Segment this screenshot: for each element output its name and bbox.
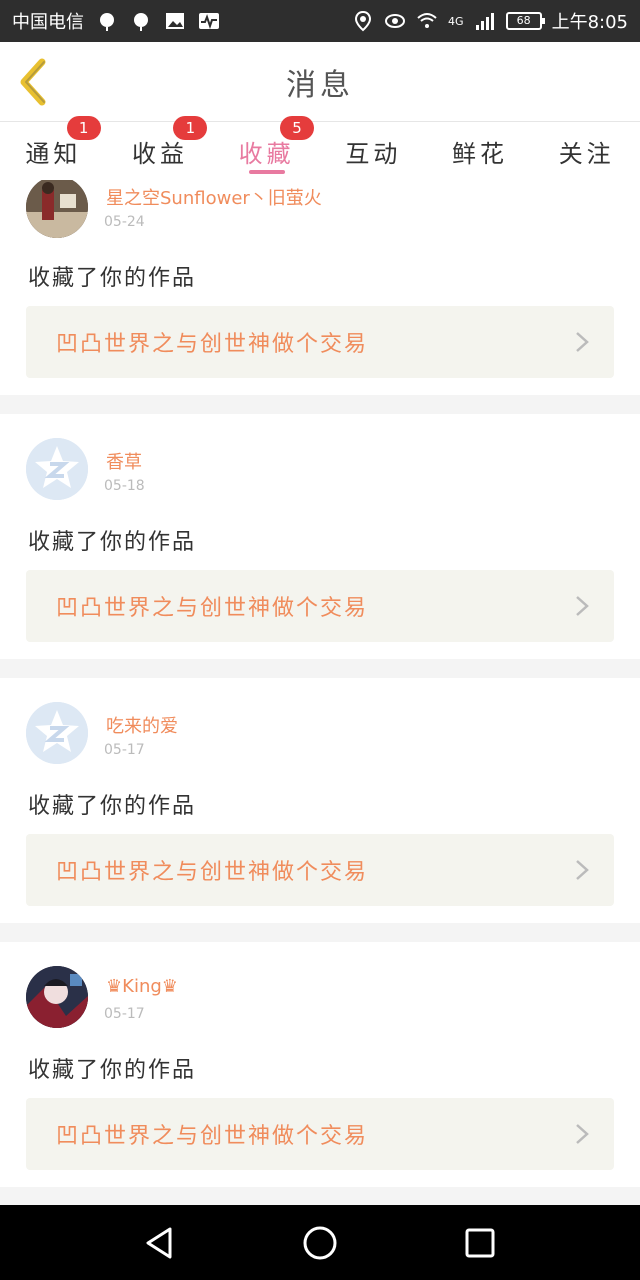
network-label: 4G bbox=[448, 14, 464, 28]
header: 消息 bbox=[0, 42, 640, 122]
tab-label: 互动 bbox=[345, 140, 402, 168]
action-text: 收藏了你的作品 bbox=[28, 794, 197, 819]
action-text: 收藏了你的作品 bbox=[28, 530, 197, 555]
tab-label: 关注 bbox=[558, 140, 615, 168]
message-list[interactable]: 星之空Sunflower丶旧萤火 05-24 收藏了你的作品 凹凸世界之与创世神… bbox=[0, 180, 640, 1205]
list-item: 吃来的爱 05-17 收藏了你的作品 凹凸世界之与创世神做个交易 bbox=[0, 678, 640, 923]
chevron-right-icon bbox=[576, 1124, 589, 1144]
avatar[interactable] bbox=[26, 702, 88, 764]
tab-label: 鲜花 bbox=[452, 140, 509, 168]
work-link[interactable]: 凹凸世界之与创世神做个交易 bbox=[26, 834, 614, 906]
work-link[interactable]: 凹凸世界之与创世神做个交易 bbox=[26, 570, 614, 642]
list-item: ♛King♛ 05-17 收藏了你的作品 凹凸世界之与创世神做个交易 bbox=[0, 942, 640, 1187]
work-title: 凹凸世界之与创世神做个交易 bbox=[56, 1124, 369, 1149]
work-link[interactable]: 凹凸世界之与创世神做个交易 bbox=[26, 1098, 614, 1170]
clock-label: 上午8:05 bbox=[551, 12, 628, 33]
battery-icon: 68 bbox=[505, 12, 545, 30]
tab-follows[interactable]: 关注 bbox=[533, 122, 640, 180]
location-icon bbox=[355, 10, 372, 32]
tab-interactions[interactable]: 互动 bbox=[320, 122, 427, 180]
tab-earnings[interactable]: 收益 1 bbox=[107, 116, 214, 180]
action-text: 收藏了你的作品 bbox=[28, 1058, 197, 1083]
back-triangle-icon[interactable] bbox=[140, 1223, 180, 1263]
activity-icon bbox=[199, 13, 219, 30]
signal-icon bbox=[475, 13, 494, 30]
chevron-right-icon bbox=[576, 596, 589, 616]
user-name[interactable]: 吃来的爱 bbox=[106, 712, 178, 738]
post-date: 05-17 bbox=[104, 742, 145, 758]
work-link[interactable]: 凹凸世界之与创世神做个交易 bbox=[26, 306, 614, 378]
chevron-right-icon bbox=[576, 860, 589, 880]
unread-badge: 5 bbox=[280, 116, 315, 140]
recents-square-icon[interactable] bbox=[460, 1223, 500, 1263]
tab-notifications[interactable]: 通知 1 bbox=[0, 116, 107, 180]
eye-icon bbox=[385, 14, 406, 28]
notification-icon bbox=[100, 13, 114, 31]
tab-label: 通知 bbox=[25, 140, 82, 168]
user-name[interactable]: 星之空Sunflower丶旧萤火 bbox=[106, 184, 322, 210]
battery-level: 68 bbox=[516, 14, 531, 27]
post-date: 05-18 bbox=[104, 478, 145, 494]
work-title: 凹凸世界之与创世神做个交易 bbox=[56, 332, 369, 357]
avatar[interactable] bbox=[26, 438, 88, 500]
page-title: 消息 bbox=[286, 67, 354, 103]
list-item: 香草 05-18 收藏了你的作品 凹凸世界之与创世神做个交易 bbox=[0, 414, 640, 659]
notification-icon bbox=[134, 13, 148, 31]
tab-flowers[interactable]: 鲜花 bbox=[427, 122, 534, 180]
post-date: 05-17 bbox=[104, 1006, 145, 1022]
action-text: 收藏了你的作品 bbox=[28, 266, 197, 291]
gallery-icon bbox=[166, 13, 184, 29]
tab-label: 收藏 bbox=[238, 140, 295, 168]
unread-badge: 1 bbox=[66, 116, 101, 140]
carrier-label: 中国电信 bbox=[12, 12, 84, 33]
system-nav-bar bbox=[0, 1205, 640, 1280]
wifi-icon bbox=[417, 13, 437, 28]
tab-label: 收益 bbox=[132, 140, 188, 168]
work-title: 凹凸世界之与创世神做个交易 bbox=[56, 596, 369, 621]
list-item: 星之空Sunflower丶旧萤火 05-24 收藏了你的作品 凹凸世界之与创世神… bbox=[0, 180, 640, 395]
user-name[interactable]: 香草 bbox=[106, 448, 142, 474]
avatar[interactable] bbox=[26, 180, 88, 238]
tab-favorites[interactable]: 收藏 5 bbox=[213, 116, 320, 180]
unread-badge: 1 bbox=[173, 116, 208, 140]
avatar[interactable] bbox=[26, 966, 88, 1028]
back-icon[interactable] bbox=[14, 56, 54, 108]
status-bar: 中国电信 4G 68 上午8:05 bbox=[0, 0, 640, 42]
chevron-right-icon bbox=[576, 332, 589, 352]
tab-bar: 通知 1 收益 1 收藏 5 互动 鲜花 关注 bbox=[0, 116, 640, 180]
home-circle-icon[interactable] bbox=[300, 1223, 340, 1263]
work-title: 凹凸世界之与创世神做个交易 bbox=[56, 860, 369, 885]
post-date: 05-24 bbox=[104, 214, 145, 230]
user-name[interactable]: ♛King♛ bbox=[106, 976, 178, 997]
